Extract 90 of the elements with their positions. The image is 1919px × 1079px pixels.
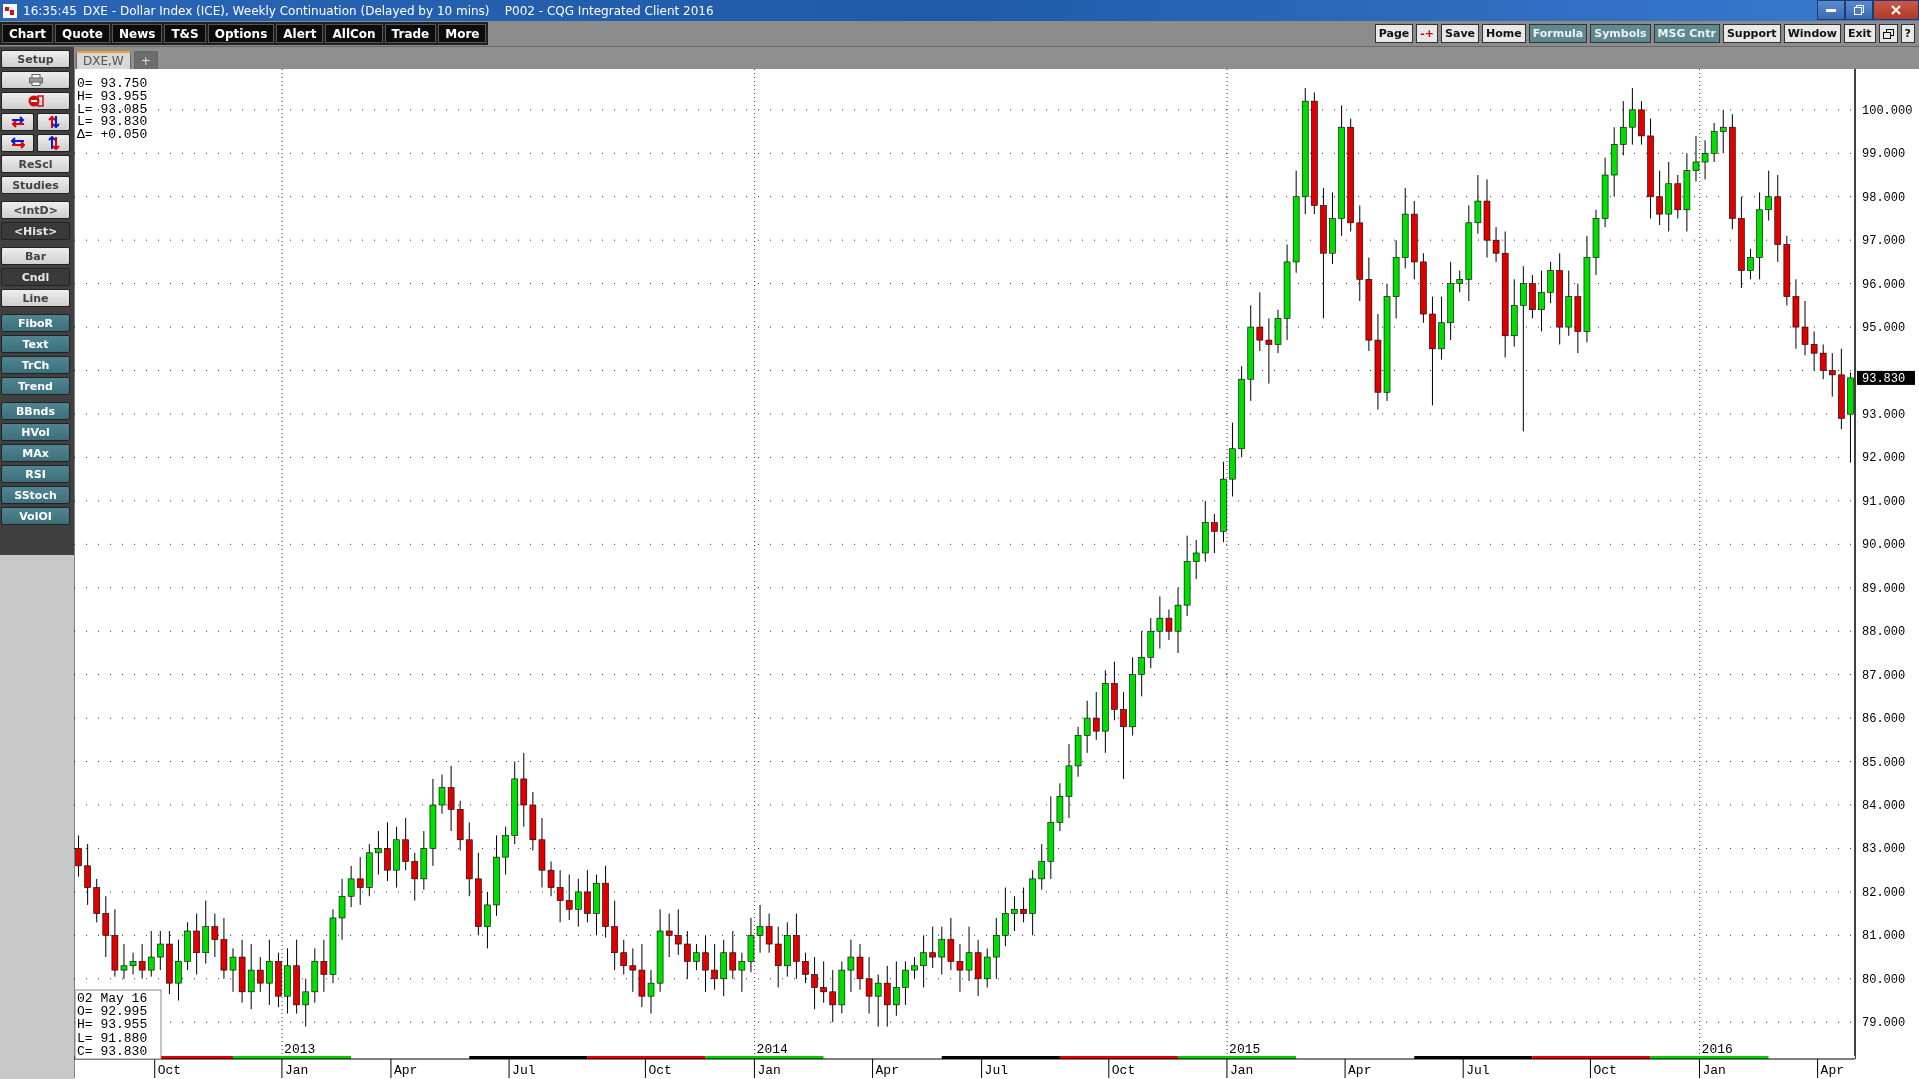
menu-button[interactable]: News — [112, 24, 163, 43]
time-axis-label: Jan — [1702, 1063, 1726, 1078]
price-axis-label: 99.000 — [1862, 147, 1906, 162]
sidebar-button[interactable]: FiboR — [1, 314, 70, 332]
time-axis-label: Jul — [1466, 1063, 1490, 1078]
time-axis-label: Oct — [157, 1063, 182, 1078]
year-label: 2015 — [1229, 1042, 1261, 1057]
time-axis-label: Apr — [875, 1063, 899, 1078]
sidebar-button[interactable]: VolOI — [1, 507, 70, 525]
chart-tab[interactable]: DXE,W — [76, 51, 131, 69]
price-axis-label: 88.000 — [1862, 625, 1906, 640]
price-axis-label: 87.000 — [1862, 668, 1906, 683]
bar-info-line: H= 93.955 — [77, 1017, 148, 1033]
sidebar-button[interactable]: Line — [1, 289, 70, 307]
window-title: DXE - Dollar Index (ICE), Weekly Continuation (Delayed by 10 mins) P002 - CQG Integrated Client 2016 — [82, 3, 714, 18]
time-axis-label: Jan — [757, 1063, 781, 1078]
sidebar-button[interactable]: Bar — [1, 247, 70, 265]
sidebar-button[interactable]: MAx — [1, 444, 70, 462]
price-axis-label: 83.000 — [1862, 842, 1906, 857]
toolbar-button[interactable]: ? — [1900, 24, 1915, 43]
sidebar-button[interactable]: BBnds — [1, 402, 70, 420]
toolbar-button[interactable]: Exit — [1843, 24, 1876, 43]
price-axis-label: 91.000 — [1862, 494, 1906, 509]
sidebar-button[interactable]: Studies — [1, 176, 70, 194]
price-readout: Δ= +0.050 — [77, 127, 148, 143]
price-axis-label: 92.000 — [1862, 451, 1906, 466]
price-axis-label: 97.000 — [1862, 234, 1906, 249]
price-axis-label: 81.000 — [1862, 929, 1906, 944]
time-axis-label: Apr — [1820, 1063, 1844, 1078]
bar-info-line: C= 93.830 — [77, 1043, 148, 1059]
time-axis-label: Jan — [284, 1063, 309, 1078]
toolbar-button[interactable]: Page — [1374, 24, 1414, 43]
menu-button[interactable]: Chart — [2, 24, 54, 43]
price-readout: 0= 93.750 — [77, 76, 148, 91]
sidebar-button[interactable]: RSI — [1, 465, 70, 483]
price-axis-label: 80.000 — [1862, 972, 1906, 987]
time-axis-label: Apr — [393, 1063, 418, 1078]
time-axis-label: Jul — [984, 1063, 1008, 1078]
sidebar-button[interactable]: ReScl — [1, 155, 70, 173]
time-axis-label: Oct — [1111, 1063, 1136, 1078]
toolbar-button[interactable]: Support — [1722, 24, 1781, 43]
year-label: 2013 — [284, 1042, 316, 1057]
time-axis-label: Jan — [1229, 1063, 1254, 1078]
menu-button[interactable]: AllCon — [325, 24, 383, 43]
menu-button[interactable]: T&S — [164, 24, 206, 43]
toolbar-button[interactable]: Save — [1441, 24, 1479, 43]
bar-info-line: O= 92.995 — [77, 1004, 148, 1020]
price-axis-label: 82.000 — [1862, 885, 1906, 900]
sidebar-button[interactable]: Text — [1, 335, 70, 353]
price-readout: L= 93.830 — [77, 114, 148, 130]
price-axis-label: 85.000 — [1862, 755, 1906, 770]
menu-button[interactable]: Options — [207, 24, 275, 43]
last-price-marker: 93.830 — [1857, 370, 1915, 386]
sidebar-button[interactable]: Trend — [1, 377, 70, 395]
sidebar-button[interactable]: TrCh — [1, 356, 70, 374]
sidebar-button[interactable]: <IntD> — [1, 201, 70, 219]
year-label: 2016 — [1701, 1042, 1733, 1057]
time-axis-label: Jul — [512, 1063, 536, 1078]
bar-info-line: 02 May 16 — [77, 991, 148, 1006]
bar-info-line: L= 91.880 — [77, 1030, 148, 1046]
menu-button[interactable]: Alert — [276, 24, 324, 43]
time-axis-label: Oct — [1593, 1063, 1617, 1078]
time-axis-label: Oct — [648, 1063, 672, 1078]
time-axis-label: Apr — [1348, 1063, 1372, 1078]
menu-button[interactable]: Quote — [55, 24, 110, 43]
chart-tab[interactable]: + — [133, 51, 158, 69]
price-axis-label: 89.000 — [1862, 581, 1906, 596]
price-readout: L= 93.085 — [77, 101, 148, 117]
toolbar-button[interactable]: Window — [1783, 24, 1841, 43]
price-axis-label: 84.000 — [1862, 799, 1906, 813]
price-axis-label: 100.000 — [1862, 103, 1913, 118]
clock-time: 16:35:45 — [23, 3, 77, 18]
sidebar-button[interactable]: HVol — [1, 423, 70, 441]
price-axis-label: 90.000 — [1862, 538, 1906, 553]
toolbar-button[interactable]: -+ — [1416, 24, 1439, 43]
toolbar-button[interactable]: Home — [1482, 24, 1526, 43]
price-axis-label: 93.000 — [1862, 408, 1906, 422]
year-label: 2014 — [756, 1042, 788, 1057]
price-axis-label: 79.000 — [1862, 1016, 1906, 1031]
price-readout: H= 93.955 — [77, 88, 148, 104]
sidebar-button[interactable]: SStoch — [1, 486, 70, 504]
menu-button[interactable]: More — [438, 24, 487, 43]
menu-button[interactable]: Trade — [384, 24, 437, 43]
sidebar-button[interactable]: Setup — [1, 50, 70, 68]
price-axis-label: 95.000 — [1862, 321, 1906, 336]
price-axis-label: 96.000 — [1862, 277, 1906, 292]
price-axis-label: 86.000 — [1862, 712, 1906, 727]
sidebar-button[interactable]: <Hist> — [1, 222, 70, 240]
sidebar-button[interactable]: Cndl — [1, 268, 70, 286]
price-axis-label: 98.000 — [1862, 190, 1906, 205]
